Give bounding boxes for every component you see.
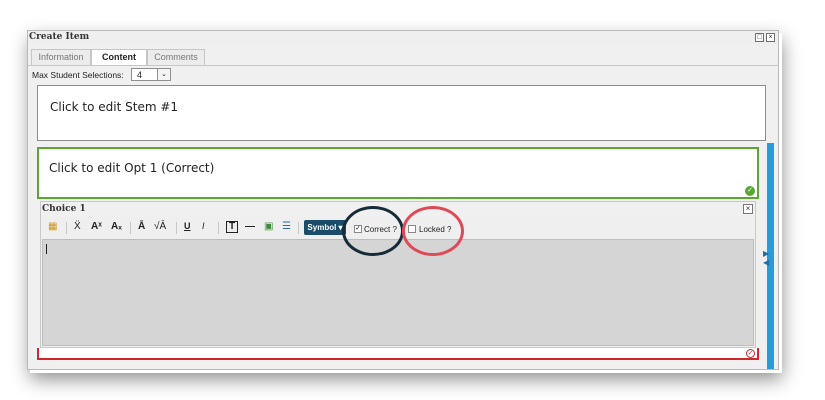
toolbar-separator	[176, 222, 177, 234]
image-icon[interactable]: ▣	[264, 221, 273, 232]
restore-button[interactable]: □	[755, 33, 764, 42]
spell-icon[interactable]: Ẍ	[74, 221, 81, 232]
option-2-editor[interactable]: ✓	[37, 348, 759, 360]
close-window-button[interactable]: ×	[766, 33, 775, 42]
textbox-button[interactable]: T	[226, 221, 239, 233]
text-caret	[46, 244, 47, 254]
choice-text-editor[interactable]	[42, 239, 754, 346]
toolbar-separator	[218, 222, 219, 234]
stem-text: Click to edit Stem #1	[50, 100, 179, 114]
list-icon[interactable]: ☰	[282, 221, 291, 232]
tab-comments[interactable]: Comments	[147, 49, 205, 65]
tab-divider	[28, 65, 778, 66]
overline-button[interactable]: Ā	[138, 221, 145, 232]
window-titlebar: Create Item □ ×	[28, 31, 778, 45]
collapse-arrows-icon[interactable]: ▶ ◀	[763, 249, 769, 267]
correct-check-icon: ✓	[745, 186, 755, 196]
create-item-window: Create Item □ × Information Content Comm…	[27, 30, 779, 370]
max-selections-label: Max Student Selections:	[32, 70, 124, 80]
tab-content[interactable]: Content	[91, 49, 147, 66]
toolbar-separator	[298, 222, 299, 234]
chevron-down-icon[interactable]: ⌄	[157, 69, 170, 80]
sqrt-button[interactable]: √Ā	[154, 221, 166, 232]
tab-information[interactable]: Information	[31, 49, 91, 65]
highlight-circle-dark	[342, 206, 404, 256]
option-1-text: Click to edit Opt 1 (Correct)	[49, 161, 215, 175]
toolbar-separator	[66, 222, 67, 234]
italic-button[interactable]: I	[202, 221, 205, 231]
incorrect-check-icon: ✓	[746, 349, 755, 358]
choice-close-button[interactable]: ×	[743, 204, 753, 214]
insert-icon[interactable]: ▦	[48, 221, 57, 232]
max-selections-value: 4	[137, 70, 143, 80]
symbol-button[interactable]: Symbol ▾	[304, 220, 346, 235]
underline-button[interactable]: U	[184, 221, 191, 231]
toolbar-separator	[130, 222, 131, 234]
choice-panel-title: Choice 1	[42, 204, 86, 214]
window-title: Create Item	[29, 32, 90, 42]
highlight-circle-red	[402, 206, 464, 256]
max-selections-select[interactable]: 4 ⌄	[131, 68, 171, 81]
horizontal-rule-button[interactable]: —	[245, 221, 255, 232]
subscript-button[interactable]: Aₓ	[111, 221, 122, 232]
superscript-button[interactable]: Aˣ	[91, 221, 102, 232]
option-1-editor[interactable]: Click to edit Opt 1 (Correct) ✓	[37, 147, 759, 199]
stem-editor[interactable]: Click to edit Stem #1	[37, 85, 766, 141]
